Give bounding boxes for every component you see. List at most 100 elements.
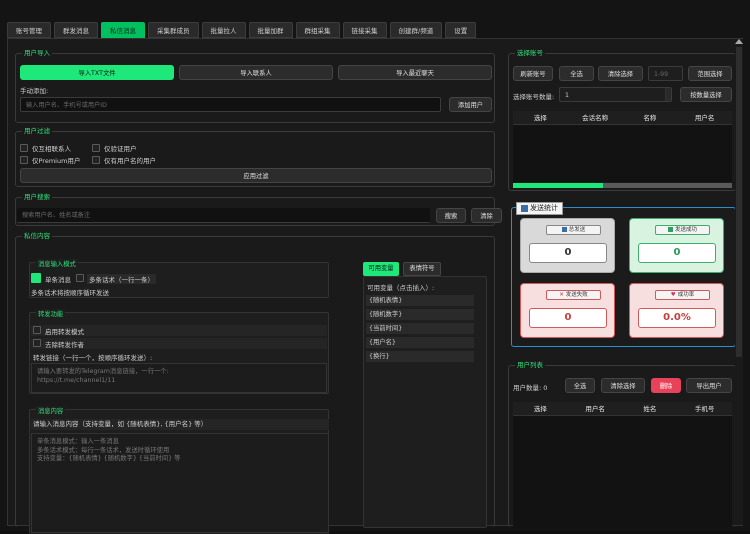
main-scrollbar[interactable] bbox=[735, 39, 743, 525]
select-all-users-button[interactable]: 全选 bbox=[565, 378, 595, 393]
filter-premium-checkbox[interactable] bbox=[20, 156, 28, 164]
hscroll-thumb[interactable] bbox=[513, 183, 603, 188]
stat-rate-value: 0.0% bbox=[638, 308, 716, 328]
tab-settings[interactable]: 设置 bbox=[445, 22, 477, 38]
user-search-input[interactable]: 搜索用户名、姓名或备注 bbox=[17, 208, 430, 223]
stat-total-caption: 总发送 bbox=[546, 225, 601, 235]
single-msg-radio[interactable] bbox=[31, 273, 41, 283]
user-table-body[interactable] bbox=[513, 416, 732, 528]
stat-total-label: 总发送 bbox=[568, 227, 586, 233]
cross-icon: ✕ bbox=[559, 292, 564, 298]
enable-forward-checkbox[interactable] bbox=[33, 326, 41, 334]
col-username: 用户名 bbox=[694, 114, 715, 122]
add-user-button[interactable]: 添加用户 bbox=[449, 97, 492, 112]
message-placeholder-1: 单条消息模式：输入一条消息 bbox=[37, 438, 119, 445]
tab-variables[interactable]: 可用变量 bbox=[363, 262, 399, 276]
stat-fail: ✕ 发送失败 0 bbox=[520, 283, 615, 338]
filter-verified-checkbox[interactable] bbox=[92, 144, 100, 152]
stat-success-caption: 发送成功 bbox=[655, 225, 710, 235]
app-window: 账号管理 群发消息 私信消息 采集群成员 批量拉人 批量加群 群组采集 链接采集… bbox=[0, 0, 750, 534]
forward-title: 转发功能 bbox=[36, 309, 66, 318]
range-input[interactable]: 1-99 bbox=[648, 66, 683, 81]
scroll-up-icon[interactable] bbox=[735, 39, 743, 44]
account-count-input[interactable]: 1 bbox=[559, 87, 672, 102]
select-account-title: 选择账号 bbox=[515, 49, 545, 58]
stat-total-value: 0 bbox=[529, 243, 607, 263]
filter-mutual-checkbox[interactable] bbox=[20, 144, 28, 152]
apply-filter-button[interactable]: 应用过滤 bbox=[20, 168, 492, 183]
import-contacts-button[interactable]: 导入联系人 bbox=[179, 65, 333, 80]
user-table-header: 选择 用户名 姓名 手机号 bbox=[513, 402, 732, 416]
clear-user-selection-button[interactable]: 清除选择 bbox=[601, 378, 645, 393]
tab-emoji[interactable]: 表情符号 bbox=[403, 262, 441, 276]
col-name: 名称 bbox=[643, 114, 657, 122]
filter-premium-label: 仅Premium用户 bbox=[32, 157, 81, 165]
delete-users-button[interactable]: 删除 bbox=[651, 378, 681, 393]
refresh-accounts-button[interactable]: 刷新账号 bbox=[513, 66, 553, 81]
send-stats-panel: 发送统计 总发送 0 发送成功 0 ✕ 发送失败 0 ♥ 成功率 0.0% bbox=[511, 202, 736, 347]
user-search-title: 用户搜索 bbox=[22, 193, 52, 202]
tab-group-msg[interactable]: 群发消息 bbox=[54, 22, 98, 38]
dm-content-title: 私信内容 bbox=[22, 232, 52, 241]
var-newline[interactable]: {换行} bbox=[366, 351, 474, 362]
tab-batch-join[interactable]: 批量加群 bbox=[248, 22, 293, 38]
tab-group-collect[interactable]: 群组采集 bbox=[295, 22, 340, 38]
remove-sender-checkbox[interactable] bbox=[33, 339, 41, 347]
tab-account[interactable]: 账号管理 bbox=[7, 22, 51, 38]
account-table-hscroll[interactable] bbox=[513, 183, 732, 188]
dm-content-group: 私信内容 消息输入模式 单条消息 多条话术（一行一条） 多条话术将按顺序循环发送… bbox=[15, 232, 495, 534]
multi-msg-radio[interactable] bbox=[76, 274, 84, 282]
main-tabs: 账号管理 群发消息 私信消息 采集群成员 批量拉人 批量加群 群组采集 链接采集… bbox=[7, 22, 477, 38]
account-table-body[interactable] bbox=[513, 125, 732, 182]
chart-icon bbox=[561, 227, 567, 232]
select-account-group: 选择账号 刷新账号 全选 清除选择 1-99 范围选择 选择账号数量: 1 按数… bbox=[508, 49, 736, 191]
var-random-emoji[interactable]: {随机表情} bbox=[366, 295, 474, 306]
search-button[interactable]: 搜索 bbox=[436, 208, 466, 223]
forward-link-label: 转发链接（一行一个，按顺序循环发送）: bbox=[33, 354, 153, 362]
var-username[interactable]: {用户名} bbox=[366, 337, 474, 348]
var-random-number[interactable]: {随机数字} bbox=[366, 309, 474, 320]
tab-create-group[interactable]: 创建群/频道 bbox=[389, 22, 443, 38]
filter-username-checkbox[interactable] bbox=[92, 156, 100, 164]
stat-rate-label: 成功率 bbox=[677, 292, 695, 298]
col-username: 用户名 bbox=[585, 405, 605, 413]
user-filter-group: 用户过滤 仅互相联系人 仅验证用户 仅Premium用户 仅有用户名的用户 应用… bbox=[15, 127, 495, 187]
filter-username-label: 仅有用户名的用户 bbox=[104, 157, 156, 165]
account-count-label: 选择账号数量: bbox=[513, 93, 555, 101]
export-users-button[interactable]: 导出用户 bbox=[686, 378, 732, 393]
clear-search-button[interactable]: 清除 bbox=[471, 208, 502, 223]
range-select-button[interactable]: 范围选择 bbox=[688, 66, 732, 81]
clear-account-selection-button[interactable]: 清除选择 bbox=[598, 66, 643, 81]
forward-panel: 转发功能 启用转发模式 去除转发作者 转发链接（一行一个，按顺序循环发送）: 请… bbox=[29, 309, 329, 394]
account-count-spinner[interactable] bbox=[665, 88, 671, 101]
user-filter-title: 用户过滤 bbox=[22, 127, 52, 136]
account-table-header: 选择 会话名称 名称 用户名 bbox=[513, 111, 732, 125]
tab-private-msg[interactable]: 私信消息 bbox=[101, 22, 145, 38]
remove-sender-label: 去除转发作者 bbox=[45, 341, 84, 349]
stat-success-label: 发送成功 bbox=[674, 227, 697, 233]
stat-fail-label: 发送失败 bbox=[565, 292, 588, 298]
select-all-accounts-button[interactable]: 全选 bbox=[559, 66, 594, 81]
forward-link-textarea[interactable]: 请输入要转发的Telegram消息链接，一行一个: https://t.me/c… bbox=[31, 363, 327, 393]
filter-mutual-label: 仅互相联系人 bbox=[32, 145, 71, 153]
user-import-title: 用户导入 bbox=[22, 49, 52, 58]
import-txt-button[interactable]: 导入TXT文件 bbox=[20, 65, 174, 80]
message-panel: 消息内容 请输入消息内容（支持变量，如 {随机表情}, {用户名} 等） 单条消… bbox=[29, 406, 329, 534]
manual-add-input[interactable]: 输入用户名、手机号或用户ID bbox=[20, 97, 441, 112]
stat-success: 发送成功 0 bbox=[629, 218, 724, 273]
tab-collect-members[interactable]: 采集群成员 bbox=[148, 22, 199, 38]
stat-rate-caption: ♥ 成功率 bbox=[655, 290, 710, 300]
message-textarea[interactable]: 单条消息模式：输入一条消息 多条话术模式：每行一条话术，发送时循环使用 支持变量… bbox=[31, 433, 329, 533]
stat-success-value: 0 bbox=[638, 243, 716, 263]
select-by-count-button[interactable]: 按数量选择 bbox=[680, 87, 732, 102]
var-current-time[interactable]: {当前时间} bbox=[366, 323, 474, 334]
user-import-group: 用户导入 导入TXT文件 导入联系人 导入最近聊天 手动添加: 输入用户名、手机… bbox=[15, 49, 495, 123]
tab-link-collect[interactable]: 链接采集 bbox=[342, 22, 387, 38]
stat-rate: ♥ 成功率 0.0% bbox=[629, 283, 724, 338]
import-recent-button[interactable]: 导入最近聊天 bbox=[338, 65, 492, 80]
scroll-thumb[interactable] bbox=[736, 47, 742, 357]
tab-batch-invite[interactable]: 批量拉人 bbox=[201, 22, 246, 38]
message-title: 消息内容 bbox=[36, 406, 66, 415]
send-stats-title: 发送统计 bbox=[530, 204, 558, 212]
forward-link-placeholder-2: https://t.me/channel1/11 bbox=[37, 376, 116, 384]
